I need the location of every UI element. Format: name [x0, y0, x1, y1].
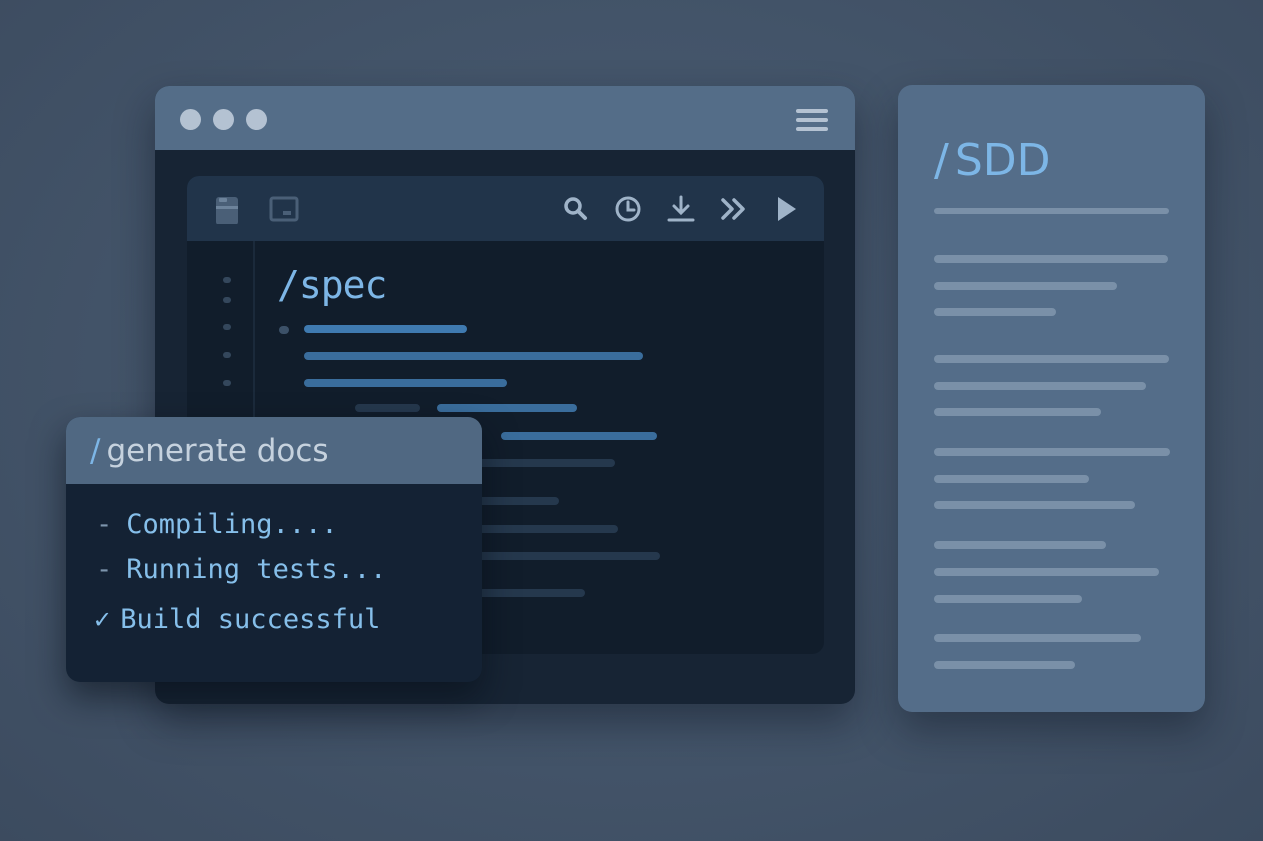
window-titlebar	[155, 86, 855, 150]
document-title: / SDD	[934, 135, 1051, 186]
play-icon[interactable]	[772, 194, 802, 224]
hamburger-menu-icon[interactable]	[796, 109, 828, 131]
checkmark-icon: ✓	[94, 604, 111, 635]
download-icon[interactable]	[666, 194, 696, 224]
document-line	[934, 382, 1146, 390]
fast-forward-icon[interactable]	[719, 194, 749, 224]
editor-toolbar	[187, 176, 824, 241]
code-line	[477, 459, 615, 467]
document-line	[934, 208, 1169, 214]
search-icon[interactable]	[561, 194, 591, 224]
terminal-line: ✓ Build successful	[94, 604, 381, 635]
document-line	[934, 408, 1101, 416]
code-line	[304, 325, 467, 333]
slash-glyph: /	[90, 433, 101, 469]
code-line	[477, 525, 618, 533]
code-line	[477, 497, 559, 505]
document-line	[934, 448, 1170, 456]
document-line	[934, 501, 1135, 509]
document-line	[934, 355, 1169, 363]
code-line	[279, 326, 289, 334]
clock-icon[interactable]	[613, 194, 643, 224]
document-title-text: SDD	[954, 135, 1051, 186]
terminal-title: / generate docs	[90, 433, 329, 469]
terminal-title-text: generate docs	[106, 433, 329, 469]
code-line	[304, 352, 643, 360]
document-line	[934, 255, 1168, 263]
document-line	[934, 595, 1082, 603]
minimize-dot-icon[interactable]	[213, 109, 234, 130]
code-line	[355, 404, 420, 412]
terminal-line: - Compiling....	[96, 509, 338, 540]
document-line	[934, 568, 1159, 576]
document-line	[934, 661, 1075, 669]
dash-icon: -	[96, 554, 113, 585]
document-line	[934, 475, 1089, 483]
document-line	[934, 282, 1117, 290]
close-dot-icon[interactable]	[180, 109, 201, 130]
code-line	[477, 589, 585, 597]
terminal-line: - Running tests...	[96, 554, 387, 585]
slash-glyph: /	[934, 135, 949, 186]
code-line	[501, 432, 657, 440]
document-panel: / SDD	[898, 85, 1205, 712]
document-line	[934, 308, 1056, 316]
panel-icon[interactable]	[269, 194, 299, 224]
file-icon[interactable]	[213, 194, 243, 225]
document-line	[934, 541, 1106, 549]
code-line	[477, 552, 660, 560]
maximize-dot-icon[interactable]	[246, 109, 267, 130]
code-line	[304, 379, 507, 387]
code-line	[437, 404, 577, 412]
terminal-panel: / generate docs - Compiling.... - Running t…	[66, 417, 482, 682]
file-title: /spec	[277, 263, 387, 307]
dash-icon: -	[96, 509, 113, 540]
document-line	[934, 634, 1141, 642]
terminal-header: / generate docs	[66, 417, 482, 484]
